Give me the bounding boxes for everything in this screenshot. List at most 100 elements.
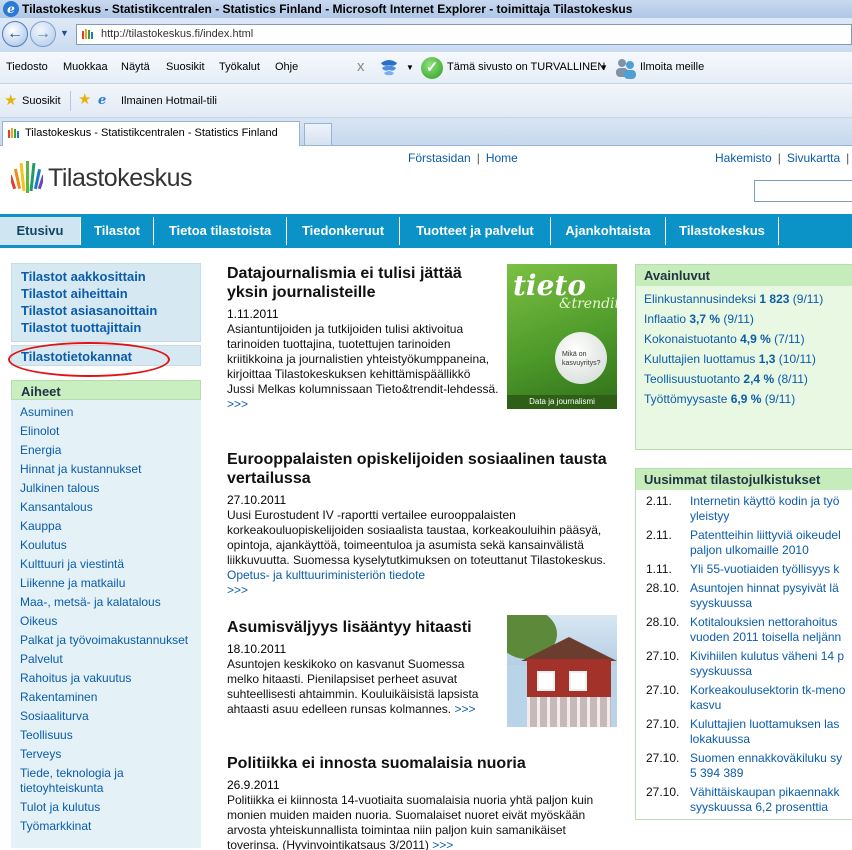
read-more-link[interactable]: >>>: [227, 583, 248, 597]
release-link[interactable]: Korkeakoulusektorin tk-meno: [690, 683, 852, 698]
topic-link[interactable]: Hinnat ja kustannukset: [20, 460, 201, 479]
topic-link[interactable]: Palkat ja työvoimakustannukset: [20, 631, 201, 650]
article-3: Asumisväljyys lisääntyy hitaasti 18.10.2…: [227, 615, 617, 727]
favorites-star-icon[interactable]: ★: [4, 93, 17, 108]
key-figure-item[interactable]: Inflaatio 3,7 % (9/11): [644, 310, 852, 330]
topic-link[interactable]: Kauppa: [20, 517, 201, 536]
report-link[interactable]: Ilmoita meille: [640, 61, 704, 73]
read-more-link[interactable]: >>>: [227, 397, 248, 411]
topic-link[interactable]: Elinolot: [20, 422, 201, 441]
release-link[interactable]: syyskuussa: [690, 596, 852, 611]
release-link[interactable]: Vähittäiskaupan pikaennakk: [690, 785, 852, 800]
nav-tab-statistics[interactable]: Tilastot: [80, 217, 153, 245]
topic-link[interactable]: Asuminen: [20, 403, 201, 422]
link-alphabetical[interactable]: Tilastot aakkosittain: [21, 268, 191, 285]
topic-link[interactable]: Palvelut: [20, 650, 201, 669]
nav-tab-news[interactable]: Ajankohtaista: [550, 217, 665, 245]
security-shield-icon[interactable]: [378, 57, 400, 79]
menu-view[interactable]: Näytä: [121, 61, 150, 73]
safety-dropdown-icon[interactable]: ▼: [600, 63, 608, 72]
magazine-cover-image[interactable]: tieto &trendit Mikä on kasvuyritys? Data…: [507, 264, 617, 409]
key-figure-item[interactable]: Teollisuustuotanto 2,4 % (8/11): [644, 370, 852, 390]
article-title[interactable]: Eurooppalaisten opiskelijoiden sosiaalin…: [227, 450, 617, 488]
nav-tab-about-statistics[interactable]: Tietoa tilastoista: [153, 217, 286, 245]
read-more-link[interactable]: >>>: [432, 838, 453, 850]
release-link[interactable]: Internetin käyttö kodin ja työ: [690, 494, 852, 509]
release-link[interactable]: yleistyy: [690, 509, 852, 524]
favorites-button[interactable]: Suosikit: [22, 95, 61, 107]
topic-link[interactable]: Maa-, metsä- ja kalatalous: [20, 593, 201, 612]
menu-help[interactable]: Ohje: [275, 61, 298, 73]
menu-file[interactable]: Tiedosto: [6, 61, 48, 73]
safety-status-text[interactable]: Tämä sivusto on TURVALLINEN: [447, 61, 605, 73]
history-dropdown-icon[interactable]: ▼: [60, 28, 69, 38]
menu-tools[interactable]: Työkalut: [219, 61, 260, 73]
link-by-topic[interactable]: Tilastot aiheittain: [21, 285, 191, 302]
link-english[interactable]: Home: [486, 151, 518, 165]
key-figure-item[interactable]: Kokonaistuotanto 4,9 % (7/11): [644, 330, 852, 350]
release-link[interactable]: Asuntojen hinnat pysyivät lä: [690, 581, 852, 596]
link-swedish[interactable]: Förstasidan: [408, 151, 471, 165]
topic-link[interactable]: Koulutus: [20, 536, 201, 555]
link-sitemap[interactable]: Sivukartta: [787, 151, 840, 165]
topic-link[interactable]: Kulttuuri ja viestintä: [20, 555, 201, 574]
release-link[interactable]: Kotitalouksien nettorahoitus: [690, 615, 852, 630]
tilastokeskus-logo-icon[interactable]: [11, 159, 43, 195]
nav-tab-home[interactable]: Etusivu: [0, 217, 80, 245]
link-by-keyword[interactable]: Tilastot asiasanoittain: [21, 302, 191, 319]
ministry-press-release-link[interactable]: Opetus- ja kulttuuriministeriön tiedote: [227, 568, 425, 582]
new-tab-button[interactable]: [304, 123, 332, 145]
shield-dropdown-icon[interactable]: ▼: [406, 63, 414, 72]
topic-link[interactable]: Kansantalous: [20, 498, 201, 517]
link-by-producer[interactable]: Tilastot tuottajittain: [21, 319, 191, 336]
topic-link[interactable]: Oikeus: [20, 612, 201, 631]
topic-link[interactable]: Työmarkkinat: [20, 817, 201, 836]
link-index[interactable]: Hakemisto: [715, 151, 772, 165]
release-link[interactable]: syyskuussa: [690, 664, 852, 679]
topic-link[interactable]: Liikenne ja matkailu: [20, 574, 201, 593]
favorite-hotmail-link[interactable]: Ilmainen Hotmail-tili: [121, 95, 217, 107]
menu-favorites[interactable]: Suosikit: [166, 61, 205, 73]
nav-tab-statistics-finland[interactable]: Tilastokeskus: [665, 217, 778, 245]
language-links: Förstasidan | Home: [408, 151, 518, 165]
close-toolbar-icon[interactable]: x: [357, 58, 365, 75]
article-title[interactable]: Politiikka ei innosta suomalaisia nuoria: [227, 754, 617, 773]
forward-button[interactable]: →: [30, 21, 56, 47]
release-link[interactable]: Yli 55-vuotiaiden työllisyys k: [690, 562, 852, 577]
topic-link[interactable]: Tiede, teknologia ja tietoyhteiskunta: [20, 764, 201, 798]
url-input[interactable]: http://tilastokeskus.fi/index.html: [76, 24, 852, 45]
read-more-link[interactable]: >>>: [455, 702, 476, 716]
release-link[interactable]: paljon ulkomaille 2010: [690, 543, 852, 558]
topic-link[interactable]: Energia: [20, 441, 201, 460]
topic-link[interactable]: Teollisuus: [20, 726, 201, 745]
key-figure-item[interactable]: Työttömyysaste 6,9 % (9/11): [644, 390, 852, 410]
nav-tab-products[interactable]: Tuotteet ja palvelut: [399, 217, 550, 245]
nav-tab-data-collection[interactable]: Tiedonkeruut: [286, 217, 399, 245]
key-figure-item[interactable]: Kuluttajien luottamus 1,3 (10/11): [644, 350, 852, 370]
release-link[interactable]: 5 394 389: [690, 766, 852, 781]
release-link[interactable]: vuoden 2011 toisella neljänn: [690, 630, 852, 645]
house-photo[interactable]: [507, 615, 617, 727]
topic-link[interactable]: Rahoitus ja vakuutus: [20, 669, 201, 688]
menu-edit[interactable]: Muokkaa: [63, 61, 108, 73]
release-link[interactable]: Kivihiilen kulutus väheni 14 p: [690, 649, 852, 664]
link-databases[interactable]: Tilastotietokannat: [21, 349, 132, 364]
browser-tab-active[interactable]: Tilastokeskus - Statistikcentralen - Sta…: [2, 121, 300, 146]
site-search-input[interactable]: [754, 180, 852, 202]
topic-link[interactable]: Julkinen talous: [20, 479, 201, 498]
release-link[interactable]: syyskuussa 6,2 prosenttia: [690, 800, 852, 815]
back-button[interactable]: ←: [2, 21, 28, 47]
release-link[interactable]: kasvu: [690, 698, 852, 713]
add-favorite-icon[interactable]: ★: [78, 92, 91, 107]
key-figure-item[interactable]: Elinkustannusindeksi 1 823 (9/11): [644, 290, 852, 310]
release-link[interactable]: Suomen ennakkoväkiluku sy: [690, 751, 852, 766]
release-link[interactable]: Patentteihin liittyviä oikeudel: [690, 528, 852, 543]
topic-link[interactable]: Tulot ja kulutus: [20, 798, 201, 817]
release-link[interactable]: lokakuussa: [690, 732, 852, 747]
topic-link[interactable]: Terveys: [20, 745, 201, 764]
topic-link[interactable]: Sosiaaliturva: [20, 707, 201, 726]
site-logo-text[interactable]: Tilastokeskus: [48, 164, 193, 193]
release-link[interactable]: Kuluttajien luottamuksen las: [690, 717, 852, 732]
article-title[interactable]: Datajournalismia ei tulisi jättää yksin …: [227, 264, 497, 302]
topic-link[interactable]: Rakentaminen: [20, 688, 201, 707]
